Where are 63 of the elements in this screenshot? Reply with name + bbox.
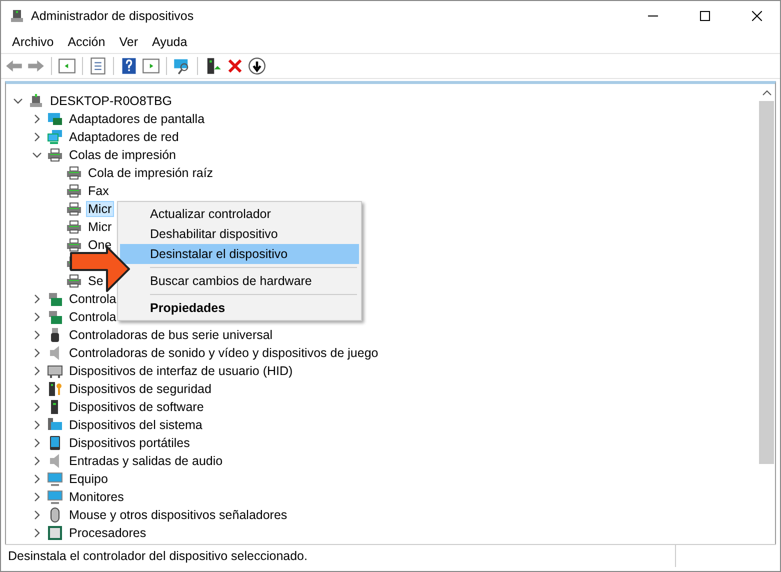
network-icon bbox=[47, 129, 63, 145]
tree-item[interactable]: Cola de impresión raíz bbox=[86, 165, 216, 181]
printer-icon bbox=[47, 147, 63, 163]
help-icon[interactable] bbox=[120, 57, 138, 75]
app-icon bbox=[9, 8, 25, 24]
context-menu-item[interactable]: Propiedades bbox=[120, 298, 359, 318]
tree-item[interactable]: Controladoras de sonido y vídeo y dispositivos de juego bbox=[67, 345, 380, 361]
context-menu-item[interactable]: Desinstalar el dispositivo bbox=[120, 244, 359, 264]
system-device-icon bbox=[47, 417, 63, 433]
tree-item[interactable]: Equipo bbox=[67, 471, 110, 487]
scroll-up-icon[interactable] bbox=[762, 89, 772, 97]
menu-item[interactable]: Ayuda bbox=[144, 35, 194, 49]
tree-item[interactable]: Dispositivos de seguridad bbox=[67, 381, 214, 397]
properties-icon[interactable] bbox=[89, 57, 107, 75]
processor-icon bbox=[47, 525, 63, 541]
tree-item[interactable]: Controla bbox=[67, 291, 118, 307]
security-device-icon bbox=[47, 381, 63, 397]
printer-icon bbox=[66, 183, 82, 199]
action-pane-icon[interactable] bbox=[142, 57, 160, 75]
tree-item[interactable]: Fax bbox=[86, 183, 111, 199]
menu-item[interactable]: Archivo bbox=[5, 35, 61, 49]
tree-item[interactable]: DESKTOP-R0O8TBG bbox=[48, 93, 174, 109]
tree-item[interactable]: Dispositivos portátiles bbox=[67, 435, 192, 451]
tree-item[interactable]: Dispositivos del sistema bbox=[67, 417, 204, 433]
console-tree-icon[interactable] bbox=[58, 57, 76, 75]
uninstall-icon[interactable] bbox=[226, 57, 244, 75]
display-adapter-icon bbox=[47, 111, 63, 127]
tree-item[interactable]: Mouse y otros dispositivos señaladores bbox=[67, 507, 290, 523]
tree-item[interactable]: Monitores bbox=[67, 489, 126, 505]
scan-monitor-icon[interactable] bbox=[173, 57, 191, 75]
computer-icon bbox=[28, 93, 44, 109]
keyboard-icon bbox=[47, 363, 63, 379]
tree-item[interactable]: Controladoras de bus serie universal bbox=[67, 327, 275, 343]
context-menu-item[interactable]: Actualizar controlador bbox=[120, 204, 359, 224]
menu-item[interactable]: Ver bbox=[112, 35, 145, 49]
printer-icon bbox=[66, 237, 82, 253]
controller-icon bbox=[47, 291, 63, 307]
printer-icon bbox=[66, 219, 82, 235]
monitor-icon bbox=[47, 471, 63, 487]
status-text: Desinstala el controlador del dispositivo seleccionado. bbox=[7, 549, 308, 563]
tree-item[interactable]: Micr bbox=[86, 219, 114, 235]
menu-item[interactable]: Acción bbox=[60, 35, 112, 49]
tree-item[interactable]: Dispositivos de interfaz de usuario (HID) bbox=[67, 363, 295, 379]
tree-item[interactable]: Entradas y salidas de audio bbox=[67, 453, 225, 469]
controller-icon bbox=[47, 309, 63, 325]
tree-item[interactable]: Controla bbox=[67, 309, 118, 325]
close-icon bbox=[752, 11, 762, 21]
monitor-icon bbox=[47, 489, 63, 505]
printer-icon bbox=[66, 273, 82, 289]
tree-item[interactable]: Se bbox=[86, 273, 106, 289]
tree-item[interactable]: Adaptadores de pantalla bbox=[67, 111, 207, 127]
printer-icon bbox=[66, 165, 82, 181]
maximize-icon bbox=[700, 11, 710, 21]
window-title: Administrador de dispositivos bbox=[31, 9, 195, 23]
tree-item[interactable]: Dispositivos de software bbox=[67, 399, 206, 415]
printer-icon bbox=[66, 201, 82, 217]
tree-item[interactable]: Adaptadores de red bbox=[67, 129, 181, 145]
tree-item[interactable]: Colas de impresión bbox=[67, 147, 178, 163]
portable-device-icon bbox=[47, 435, 63, 451]
context-menu-item[interactable]: Deshabilitar dispositivo bbox=[120, 224, 359, 244]
tree-item[interactable]: Micr bbox=[86, 201, 114, 217]
context-menu-item[interactable]: Buscar cambios de hardware bbox=[120, 271, 359, 291]
tree-item[interactable]: Procesadores bbox=[67, 525, 148, 541]
